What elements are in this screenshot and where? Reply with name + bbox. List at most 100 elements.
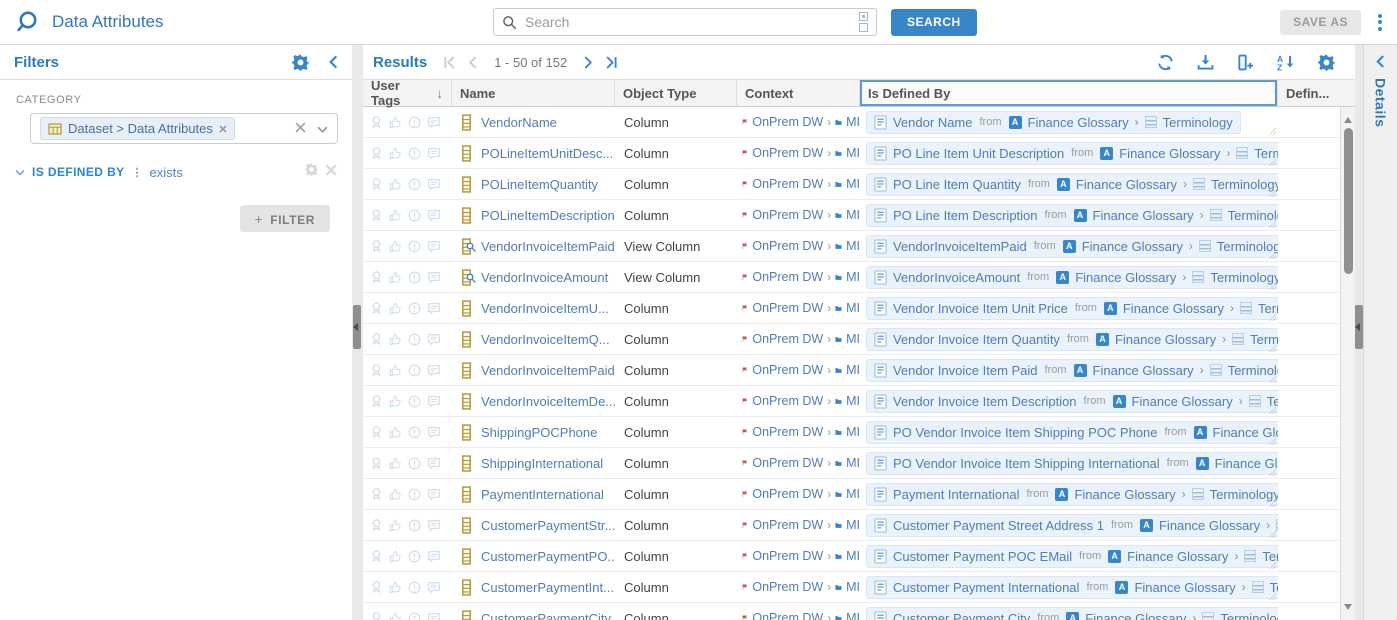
thumbs-up-icon[interactable] xyxy=(389,364,402,377)
attribute-name-link[interactable]: CustomerPaymentInt... xyxy=(481,580,614,595)
warning-circle-icon[interactable] xyxy=(408,333,421,346)
context-source-link[interactable]: OnPrem DW xyxy=(752,301,823,315)
comment-icon[interactable] xyxy=(427,240,441,253)
context-source-link[interactable]: OnPrem DW xyxy=(752,146,823,160)
thumbs-up-icon[interactable] xyxy=(389,116,402,129)
term-name-link[interactable]: Payment International xyxy=(893,487,1019,502)
comment-icon[interactable] xyxy=(427,395,441,408)
comment-icon[interactable] xyxy=(427,271,441,284)
term-name-link[interactable]: Vendor Name xyxy=(893,115,973,130)
term-chip[interactable]: Customer Payment POC EMail from A Financ… xyxy=(866,545,1278,568)
warning-circle-icon[interactable] xyxy=(408,395,421,408)
badge-award-icon[interactable] xyxy=(370,518,383,532)
terminology-link[interactable]: Terminology xyxy=(1254,146,1278,161)
attribute-name-link[interactable]: CustomerPaymentCity xyxy=(481,611,611,620)
term-chip[interactable]: PO Line Item Unit Description from A Fin… xyxy=(866,142,1278,165)
term-chip[interactable]: Vendor Name from A Finance Glossary › Te… xyxy=(866,111,1241,134)
context-folder-link[interactable]: MI xyxy=(846,239,860,253)
term-chip[interactable]: Payment International from A Finance Glo… xyxy=(866,483,1278,506)
badge-award-icon[interactable] xyxy=(370,549,383,563)
term-name-link[interactable]: VendorInvoiceItemPaid xyxy=(893,239,1027,254)
applied-filter-name[interactable]: IS DEFINED BY xyxy=(32,165,125,179)
search-button[interactable]: SEARCH xyxy=(891,9,977,36)
badge-award-icon[interactable] xyxy=(370,425,383,439)
filters-collapse-chevron-icon[interactable] xyxy=(329,55,338,69)
context-source-link[interactable]: OnPrem DW xyxy=(752,456,823,470)
glossary-link[interactable]: Finance Glossary xyxy=(1134,580,1235,595)
context-folder-link[interactable]: MI xyxy=(846,115,860,129)
term-chip[interactable]: Customer Payment City from A Finance Glo… xyxy=(866,607,1278,620)
warning-circle-icon[interactable] xyxy=(408,240,421,253)
comment-icon[interactable] xyxy=(427,519,441,532)
chip-remove-icon[interactable] xyxy=(219,125,227,133)
glossary-link[interactable]: Finance Glossary xyxy=(1093,208,1194,223)
comment-icon[interactable] xyxy=(427,426,441,439)
context-folder-link[interactable]: MI xyxy=(846,580,860,594)
term-chip[interactable]: PO Line Item Description from A Finance … xyxy=(866,204,1278,227)
attribute-name-link[interactable]: ShippingPOCPhone xyxy=(481,425,597,440)
term-name-link[interactable]: PO Vendor Invoice Item Shipping POC Phon… xyxy=(893,425,1158,440)
term-chip[interactable]: PO Line Item Quantity from A Finance Glo… xyxy=(866,173,1278,196)
filter-remove-icon-disabled[interactable] xyxy=(325,163,337,181)
term-name-link[interactable]: Vendor Invoice Item Unit Price xyxy=(893,301,1068,316)
context-source-link[interactable]: OnPrem DW xyxy=(752,394,823,408)
thumbs-up-icon[interactable] xyxy=(389,426,402,439)
term-chip[interactable]: PO Vendor Invoice Item Shipping POC Phon… xyxy=(866,421,1278,444)
download-icon[interactable] xyxy=(1197,54,1214,71)
badge-award-icon[interactable] xyxy=(370,270,383,284)
warning-circle-icon[interactable] xyxy=(408,364,421,377)
context-source-link[interactable]: OnPrem DW xyxy=(752,487,823,501)
term-chip[interactable]: VendorInvoiceAmount from A Finance Gloss… xyxy=(866,266,1278,289)
search-box[interactable] xyxy=(493,8,877,36)
terminology-link[interactable]: Terminology xyxy=(1217,239,1278,254)
context-folder-link[interactable]: MI xyxy=(846,487,860,501)
context-source-link[interactable]: OnPrem DW xyxy=(752,270,823,284)
column-header-context[interactable]: Context xyxy=(737,80,860,106)
thumbs-up-icon[interactable] xyxy=(389,457,402,470)
context-source-link[interactable]: OnPrem DW xyxy=(752,549,823,563)
glossary-link[interactable]: Finance Glossary xyxy=(1115,332,1216,347)
term-chip[interactable]: VendorInvoiceItemPaid from A Finance Glo… xyxy=(866,235,1278,258)
term-name-link[interactable]: Customer Payment International xyxy=(893,580,1079,595)
select-clear-icon[interactable] xyxy=(295,120,306,138)
filter-gear-icon-disabled[interactable] xyxy=(305,163,318,181)
search-input[interactable] xyxy=(525,14,851,30)
column-header-object-type[interactable]: Object Type xyxy=(615,80,737,106)
refresh-icon[interactable] xyxy=(1157,54,1174,71)
badge-award-icon[interactable] xyxy=(370,146,383,160)
terminology-link[interactable]: Terminology xyxy=(1228,363,1278,378)
context-source-link[interactable]: OnPrem DW xyxy=(752,332,823,346)
details-resize-handle[interactable] xyxy=(1355,305,1363,349)
comment-icon[interactable] xyxy=(427,333,441,346)
glossary-link[interactable]: Finance Glossary xyxy=(1215,456,1278,471)
table-settings-gear-icon[interactable] xyxy=(1318,54,1335,71)
warning-circle-icon[interactable] xyxy=(408,519,421,532)
details-expand-chevron-icon[interactable] xyxy=(1376,55,1385,68)
glossary-link[interactable]: Finance Glossary xyxy=(1076,177,1177,192)
context-source-link[interactable]: OnPrem DW xyxy=(752,518,823,532)
terminology-link[interactable]: Terminology xyxy=(1228,208,1278,223)
term-name-link[interactable]: Customer Payment Street Address 1 xyxy=(893,518,1104,533)
context-folder-link[interactable]: MI xyxy=(846,611,860,620)
warning-circle-icon[interactable] xyxy=(408,612,421,620)
comment-icon[interactable] xyxy=(427,116,441,129)
thumbs-up-icon[interactable] xyxy=(389,612,402,620)
context-source-link[interactable]: OnPrem DW xyxy=(752,363,823,377)
terminology-link[interactable]: Terminology xyxy=(1262,549,1278,564)
terminology-link[interactable]: Terminology xyxy=(1250,332,1278,347)
attribute-name-link[interactable]: ShippingInternational xyxy=(481,456,603,471)
glossary-link[interactable]: Finance Glossary xyxy=(1028,115,1129,130)
glossary-link[interactable]: Finance Glossary xyxy=(1123,301,1224,316)
term-chip[interactable]: Vendor Invoice Item Unit Price from A Fi… xyxy=(866,297,1278,320)
thumbs-up-icon[interactable] xyxy=(389,209,402,222)
badge-award-icon[interactable] xyxy=(370,332,383,346)
applied-filter-operator[interactable]: exists xyxy=(150,165,183,180)
glossary-link[interactable]: Finance Glossary xyxy=(1159,518,1260,533)
thumbs-up-icon[interactable] xyxy=(389,550,402,563)
context-folder-link[interactable]: MI xyxy=(846,549,860,563)
thumbs-up-icon[interactable] xyxy=(389,271,402,284)
filter-expand-chevron-icon[interactable] xyxy=(15,169,25,176)
column-header-definition[interactable]: Defin... xyxy=(1278,80,1355,106)
warning-circle-icon[interactable] xyxy=(408,209,421,222)
attribute-name-link[interactable]: CustomerPaymentStr... xyxy=(481,518,615,533)
